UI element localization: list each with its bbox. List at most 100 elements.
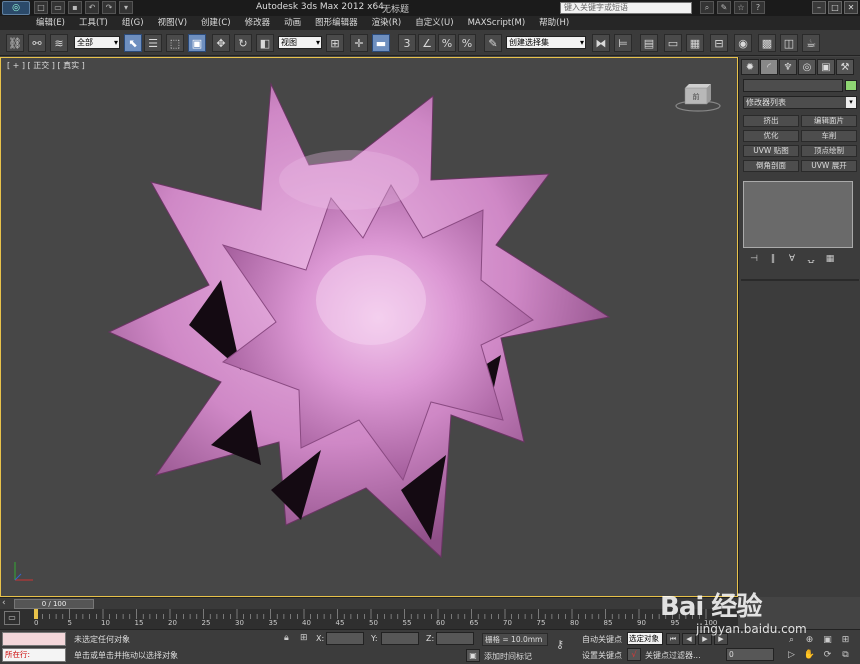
modify-icon[interactable]: ◜	[760, 59, 778, 75]
menu-create[interactable]: 创建(C)	[201, 16, 231, 30]
render-setup-icon[interactable]: ▩	[758, 34, 776, 52]
maximize-viewport-icon[interactable]: ⧉	[838, 648, 853, 661]
menu-views[interactable]: 视图(V)	[158, 16, 187, 30]
time-tag-icon[interactable]: ▣	[466, 649, 480, 662]
add-time-tag-button[interactable]: 添加时间标记	[484, 651, 532, 662]
hierarchy-icon[interactable]: ♆	[779, 59, 797, 75]
reference-coord-dropdown[interactable]: 视图 ▾	[278, 36, 322, 49]
time-slider-next-icon[interactable]: ›	[732, 598, 736, 608]
frame-ruler[interactable]: 0 5 10 15 20 25 30 35 40 45 50 55 60 65 70 75 80 85 90 95 10…	[34, 609, 734, 629]
menu-tools[interactable]: 工具(T)	[79, 16, 108, 30]
pan-icon[interactable]: ✋	[802, 648, 817, 661]
window-crossing-icon[interactable]: ▣	[188, 34, 206, 52]
vertex-paint-button[interactable]: 顶点绘制	[801, 145, 857, 157]
binoculars-icon[interactable]: ⌕	[700, 1, 714, 14]
next-frame-icon[interactable]: ▶	[714, 633, 728, 645]
menu-rendering[interactable]: 渲染(R)	[372, 16, 402, 30]
object-name-field[interactable]	[743, 79, 843, 92]
close-icon[interactable]: ✕	[844, 1, 858, 14]
align-icon[interactable]: ⊨	[614, 34, 632, 52]
rectangular-region-icon[interactable]: ⬚	[166, 34, 184, 52]
menu-group[interactable]: 组(G)	[122, 16, 144, 30]
subscription-icon[interactable]: ✎	[717, 1, 731, 14]
go-to-start-icon[interactable]: ⏮	[666, 633, 680, 645]
edit-named-selection-icon[interactable]: ✎	[484, 34, 502, 52]
select-by-name-icon[interactable]: ☰	[144, 34, 162, 52]
select-manipulate-icon[interactable]: ✛	[350, 34, 368, 52]
viewcube[interactable]: 前	[673, 78, 723, 114]
redo-icon[interactable]: ↷	[102, 1, 116, 14]
new-icon[interactable]: □	[34, 1, 48, 14]
remove-modifier-icon[interactable]: ⍽	[804, 253, 818, 265]
graphite-ribbon-icon[interactable]: ▭	[664, 34, 682, 52]
menu-edit[interactable]: 编辑(E)	[36, 16, 65, 30]
app-logo-icon[interactable]: ◎	[2, 1, 30, 15]
modifier-list-dropdown[interactable]: 修改器列表 ▾	[743, 96, 857, 109]
maximize-icon[interactable]: □	[828, 1, 842, 14]
set-key-button[interactable]: 设置关键点	[582, 650, 622, 661]
zoom-extents-icon[interactable]: ▣	[820, 633, 835, 646]
project-icon[interactable]: ▾	[119, 1, 133, 14]
rendered-frame-icon[interactable]: ◫	[780, 34, 798, 52]
menu-customize[interactable]: 自定义(U)	[415, 16, 453, 30]
spiky-star-object[interactable]	[101, 70, 611, 565]
utilities-icon[interactable]: ⚒	[836, 59, 854, 75]
minimize-icon[interactable]: –	[812, 1, 826, 14]
y-coordinate-field[interactable]	[381, 632, 419, 645]
select-and-link-icon[interactable]: ⛓	[6, 34, 24, 52]
schematic-view-icon[interactable]: ⊟	[710, 34, 728, 52]
pin-stack-icon[interactable]: ⊣	[747, 253, 761, 265]
extrude-button[interactable]: 挤出	[743, 115, 799, 127]
auto-key-button[interactable]: 自动关键点	[582, 634, 622, 645]
mirror-icon[interactable]: ⧓	[592, 34, 610, 52]
lathe-button[interactable]: 车削	[801, 130, 857, 142]
menu-graph-editors[interactable]: 图形编辑器	[315, 16, 358, 30]
unwrap-uvw-button[interactable]: UVW 展开	[801, 160, 857, 172]
select-object-icon[interactable]: ⬉	[124, 34, 142, 52]
show-end-result-icon[interactable]: ‖	[766, 253, 780, 265]
key-icon[interactable]: ⚷	[556, 638, 564, 651]
zoom-all-icon[interactable]: ⊕	[802, 633, 817, 646]
undo-icon[interactable]: ↶	[85, 1, 99, 14]
current-frame-field[interactable]: 0	[726, 648, 774, 661]
layer-manager-icon[interactable]: ▤	[640, 34, 658, 52]
field-of-view-icon[interactable]: ▷	[784, 648, 799, 661]
spinner-snap-icon[interactable]: %	[458, 34, 476, 52]
open-icon[interactable]: ▭	[51, 1, 65, 14]
rotate-icon[interactable]: ↻	[234, 34, 252, 52]
x-coordinate-field[interactable]	[326, 632, 364, 645]
key-mode-icon[interactable]: √	[627, 648, 641, 661]
z-coordinate-field[interactable]	[436, 632, 474, 645]
lock-selection-icon[interactable]: 🔒︎	[284, 633, 289, 643]
selection-filter-dropdown[interactable]: 全部 ▾	[74, 36, 120, 49]
uvw-map-button[interactable]: UVW 贴图	[743, 145, 799, 157]
time-slider-prev-icon[interactable]: ‹	[2, 598, 6, 608]
make-unique-icon[interactable]: ∀	[785, 253, 799, 265]
percent-snap-icon[interactable]: %	[438, 34, 456, 52]
search-input[interactable]: 键入关键字或短语	[560, 2, 692, 14]
angle-snap-icon[interactable]: ∠	[418, 34, 436, 52]
bevel-profile-button[interactable]: 倒角剖面	[743, 160, 799, 172]
bind-space-warp-icon[interactable]: ≋	[50, 34, 68, 52]
time-slider-thumb[interactable]: 0 / 100	[14, 599, 94, 609]
viewport[interactable]: [ + ] [ 正交 ] [ 真实 ] 前	[0, 57, 738, 597]
motion-icon[interactable]: ◎	[798, 59, 816, 75]
keyboard-shortcut-override-icon[interactable]: ▬	[372, 34, 390, 52]
named-selection-dropdown[interactable]: 创建选择集 ▾	[506, 36, 586, 49]
menu-help[interactable]: 帮助(H)	[539, 16, 569, 30]
key-filters-button[interactable]: 关键点过滤器...	[645, 650, 701, 661]
render-production-icon[interactable]: ☕	[802, 34, 820, 52]
menu-maxscript[interactable]: MAXScript(M)	[468, 16, 526, 30]
edit-patch-button[interactable]: 编辑面片	[801, 115, 857, 127]
scale-icon[interactable]: ◧	[256, 34, 274, 52]
time-slider[interactable]: ‹ 0 / 100 ›	[0, 597, 738, 609]
viewport-label[interactable]: [ + ] [ 正交 ] [ 真实 ]	[7, 60, 85, 71]
help-icon[interactable]: ?	[751, 1, 765, 14]
current-frame-marker[interactable]	[34, 609, 38, 619]
display-icon[interactable]: ▣	[817, 59, 835, 75]
create-icon[interactable]: ✹	[741, 59, 759, 75]
orbit-icon[interactable]: ⟳	[820, 648, 835, 661]
zoom-icon[interactable]: ⌕	[784, 633, 799, 646]
save-icon[interactable]: ▪	[68, 1, 82, 14]
maxscript-listener-input[interactable]	[2, 632, 66, 646]
